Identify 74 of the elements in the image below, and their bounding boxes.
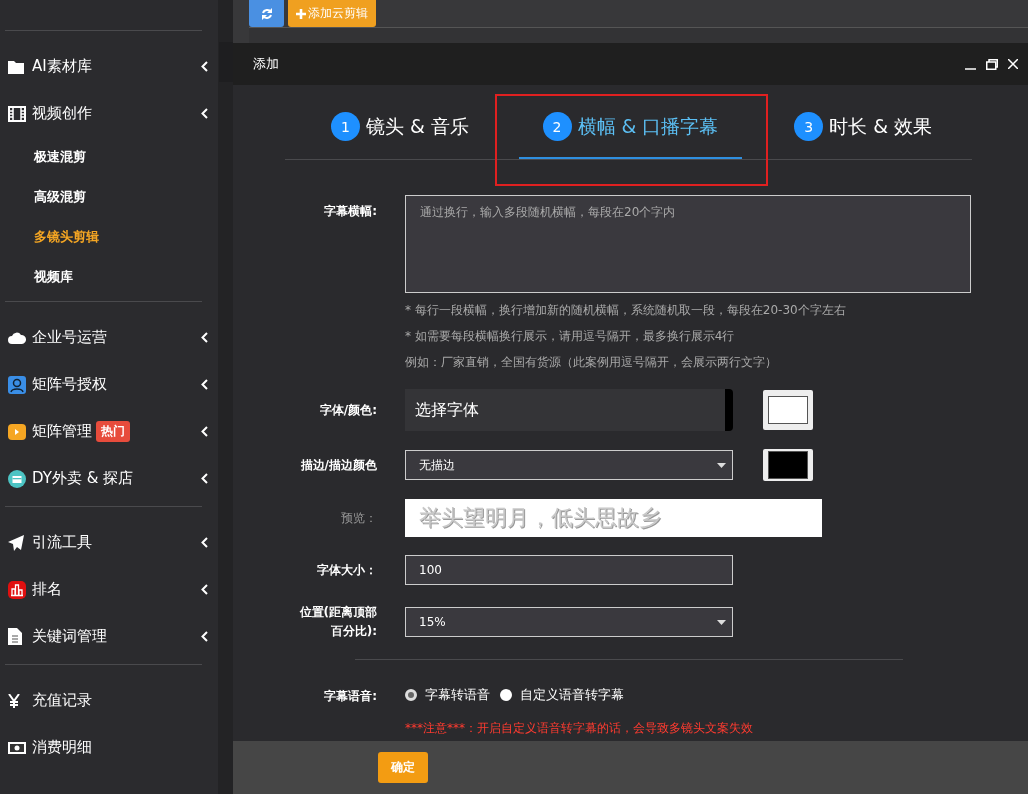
step-tab[interactable]: 1 镜头 & 音乐 (331, 96, 469, 159)
warning-text: ***注意***：开启自定义语音转字幕的话，会导致多镜头文案失效 (405, 720, 753, 738)
sidebar-item[interactable]: AI素材库 (0, 43, 218, 90)
sidebar-item[interactable]: 矩阵号授权 (0, 361, 218, 408)
field-label: 字幕语音: (323, 688, 377, 706)
menu-label: 视频创作 (32, 104, 92, 123)
caret-icon (717, 619, 726, 625)
select-field[interactable]: 15% (405, 607, 733, 638)
sidebar-item[interactable]: 矩阵管理 热门 (0, 408, 218, 455)
step-tab[interactable]: 2 横幅 & 口播字幕 (518, 96, 743, 159)
submenu-item[interactable]: 高级混剪 (0, 177, 218, 217)
sidebar-item[interactable]: 引流工具 (0, 519, 218, 566)
step-number: 1 (331, 112, 360, 141)
hint-text: * 每行一段横幅，换行增加新的随机横幅，系统随机取一段，每段在20-30个字左右 (405, 302, 847, 319)
font-picker[interactable]: 选择字体 (405, 389, 733, 431)
sidebar-item[interactable]: 视频创作 (0, 90, 218, 137)
menu-label: 矩阵号授权 (32, 375, 107, 394)
paper-plane-icon (8, 534, 24, 551)
store-icon (8, 469, 26, 488)
banner-textarea[interactable]: 通过换行，输入多段随机横幅，每段在20个字内 (405, 195, 971, 293)
font-size-input[interactable]: 100 (405, 555, 733, 585)
menu-label: 关键词管理 (32, 627, 107, 646)
menu-label: 企业号运营 (32, 328, 107, 347)
menu-label: 引流工具 (32, 533, 92, 552)
dialog-title: 添加 (253, 55, 279, 73)
sidebar-item[interactable]: 关键词管理 (0, 613, 218, 660)
menu-label: 排名 (32, 580, 62, 599)
select-field[interactable]: 无描边 (405, 450, 733, 480)
step-tab[interactable]: 3 时长 & 效果 (794, 96, 932, 159)
sidebar-item[interactable]: DY外卖 & 探店 (0, 455, 218, 502)
radio-option[interactable]: 字幕转语音 (405, 686, 490, 705)
field-label: 字体大小： (316, 561, 377, 579)
menu-label: 消费明细 (32, 738, 92, 757)
color-swatch[interactable] (763, 449, 813, 481)
cloud-icon (8, 331, 26, 344)
color-swatch[interactable] (763, 390, 813, 430)
submenu-item[interactable]: 视频库 (0, 257, 218, 297)
step-number: 3 (794, 112, 824, 141)
bar-chart-icon (8, 580, 26, 599)
maximize-icon[interactable] (986, 58, 998, 70)
scrollbar-thumb[interactable] (219, 42, 233, 82)
field-label: 字幕横幅: (323, 203, 377, 220)
radio-option[interactable]: 自定义语音转字幕 (500, 686, 624, 705)
field-label: 预览： (340, 509, 377, 527)
plus-icon (296, 8, 306, 19)
sidebar-item[interactable]: 充值记录 (0, 677, 218, 724)
submenu-item[interactable]: 极速混剪 (0, 137, 218, 177)
refresh-button[interactable] (249, 0, 284, 27)
hint-text: * 如需要每段横幅换行展示，请用逗号隔开，最多换行展示4行 (405, 328, 736, 345)
refresh-icon (260, 7, 273, 20)
field-label: 描边/描边颜色 (299, 456, 377, 474)
folder-icon (8, 59, 24, 74)
menu-label: 充值记录 (32, 691, 92, 710)
video-play-icon (8, 423, 26, 440)
sidebar-item[interactable]: 消费明细 (0, 724, 218, 771)
hot-badge: 热门 (96, 421, 130, 442)
submenu-item[interactable]: 多镜头剪辑 (0, 217, 218, 257)
menu-label: AI素材库 (32, 57, 92, 76)
film-icon (8, 105, 26, 122)
sidebar-item[interactable]: 企业号运营 (0, 314, 218, 361)
yen-icon (8, 693, 20, 708)
document-icon (8, 628, 22, 645)
banknote-icon (8, 741, 26, 754)
field-label: 字体/颜色: (318, 401, 377, 419)
field-label: 位置(距离顶部百分比): (298, 604, 377, 641)
hint-text: 例如：厂家直销，全国有货源（此案例用逗号隔开，会展示两行文字） (405, 354, 778, 371)
menu-label: 矩阵管理 (32, 422, 92, 441)
menu-label: DY外卖 & 探店 (32, 469, 134, 488)
person-icon (8, 375, 26, 394)
preview-text: 举头望明月，低头思故乡 (405, 499, 822, 537)
caret-icon (717, 462, 726, 468)
close-icon[interactable] (1008, 59, 1018, 69)
step-number: 2 (542, 112, 572, 141)
sidebar-item[interactable]: 排名 (0, 566, 218, 613)
